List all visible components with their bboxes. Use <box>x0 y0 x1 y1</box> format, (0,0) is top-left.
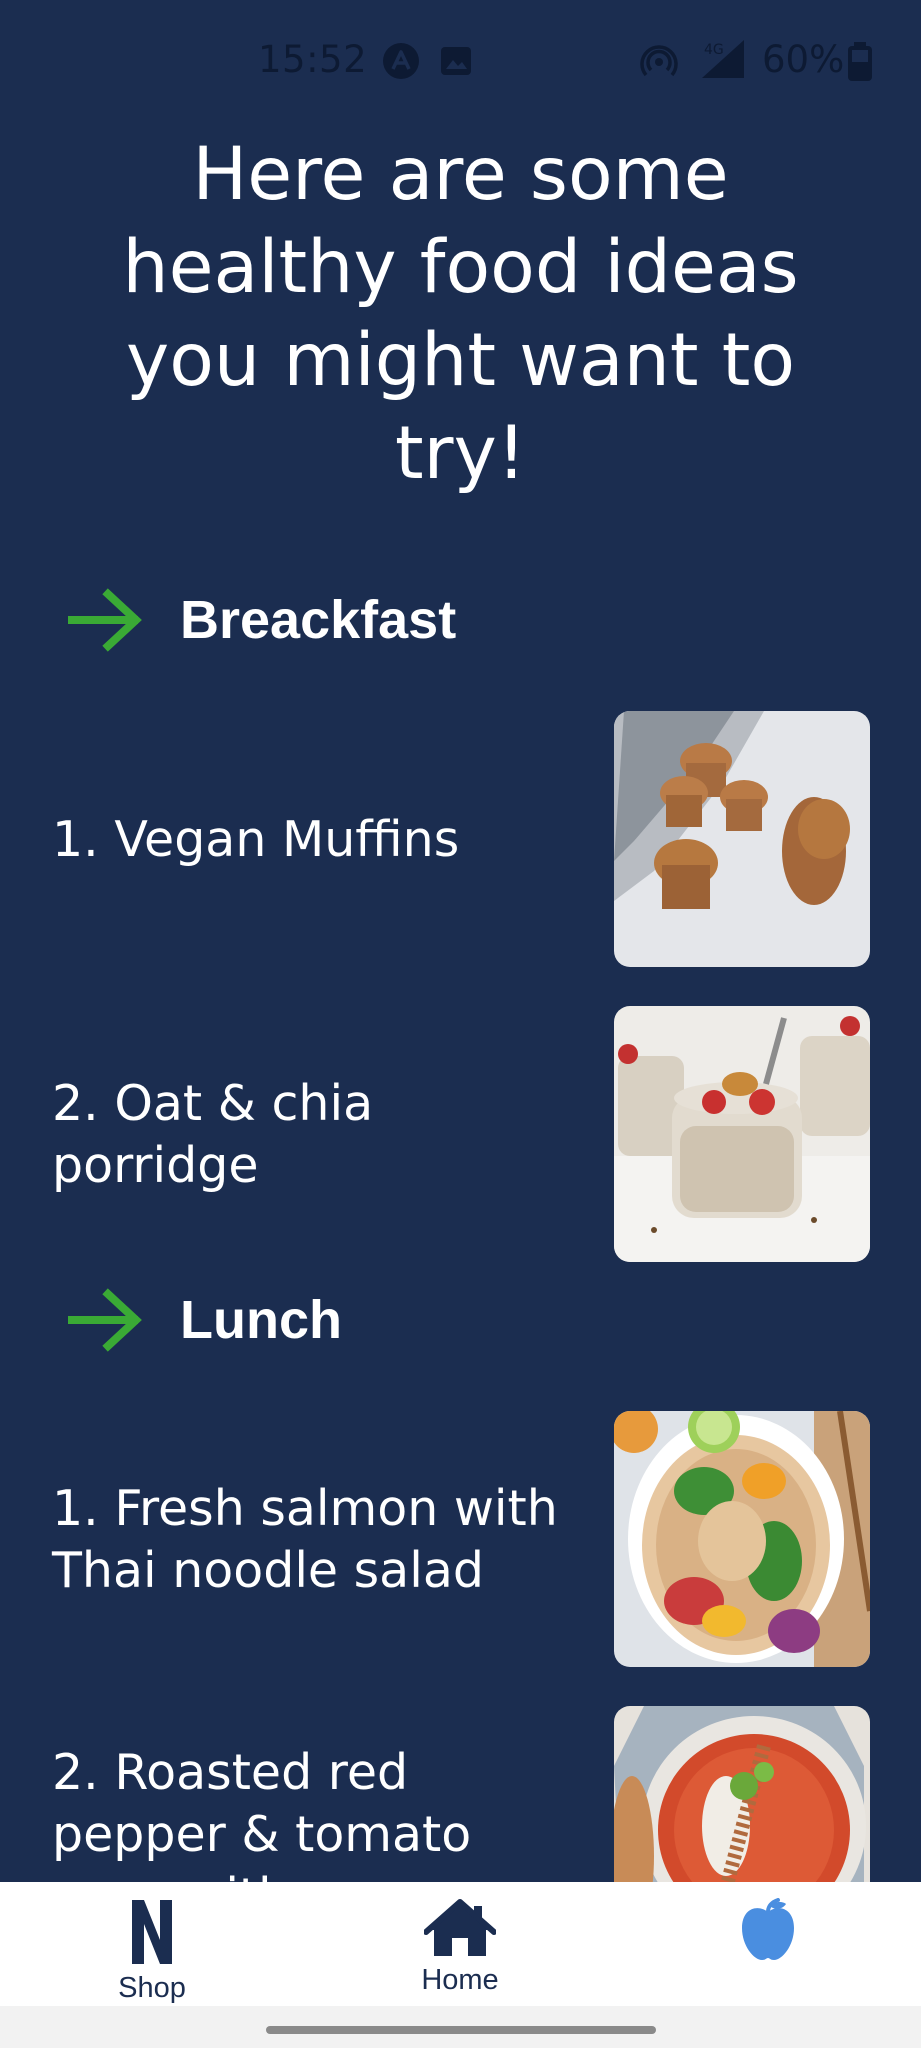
food-item-label: 1. Vegan Muffins <box>52 810 460 868</box>
app-notification-icon <box>383 43 419 79</box>
oat-chia-porridge-photo[interactable] <box>614 1006 870 1262</box>
battery-percent: 60% <box>762 38 845 81</box>
n-logo-icon <box>132 1900 172 1964</box>
hotspot-icon <box>640 45 678 77</box>
home-icon <box>424 1899 496 1956</box>
nav-item-label: Home <box>421 1964 499 1996</box>
signal-icon: 4G <box>702 40 744 78</box>
nav-item-label: Shop <box>118 1972 186 2004</box>
nav-item-healthy[interactable] <box>668 1882 868 2006</box>
food-item-label: 1. Fresh salmon with Thai noodle salad <box>52 1479 558 1599</box>
vegan-muffins-photo[interactable] <box>614 711 870 967</box>
food-item-label: 2. Oat & chia porridge <box>52 1074 374 1194</box>
nav-item-home[interactable]: Home <box>360 1882 560 2006</box>
image-notification-icon <box>441 47 471 75</box>
section-header-breakfast: Breackfast <box>68 585 456 655</box>
bottom-navigation: Shop Home <box>0 1882 921 2006</box>
gesture-handle[interactable] <box>266 2026 656 2034</box>
section-title: Breackfast <box>180 590 457 650</box>
status-time: 15:52 <box>258 38 368 81</box>
apple-icon <box>742 1898 794 1960</box>
nav-item-shop[interactable]: Shop <box>52 1882 252 2006</box>
food-item-thai-noodle-salad[interactable]: 1. Fresh salmon with Thai noodle salad <box>0 1411 921 1668</box>
thai-noodle-salad-photo[interactable] <box>614 1411 870 1667</box>
arrow-right-icon <box>68 1288 142 1352</box>
section-title: Lunch <box>180 1290 342 1350</box>
network-type-label: 4G <box>704 42 724 58</box>
status-bar: 15:52 4G 60% <box>0 0 921 120</box>
food-item-oat-chia-porridge[interactable]: 2. Oat & chia porridge <box>0 1006 921 1263</box>
screen: 15:52 4G 60% Here are some healthy food … <box>0 0 921 2048</box>
battery-icon <box>848 42 872 81</box>
gesture-bar-area <box>0 2006 921 2048</box>
section-header-lunch: Lunch <box>68 1285 342 1355</box>
page-headline: Here are some healthy food ideas you mig… <box>122 132 799 496</box>
food-item-vegan-muffins[interactable]: 1. Vegan Muffins <box>0 711 921 968</box>
arrow-right-icon <box>68 588 142 652</box>
